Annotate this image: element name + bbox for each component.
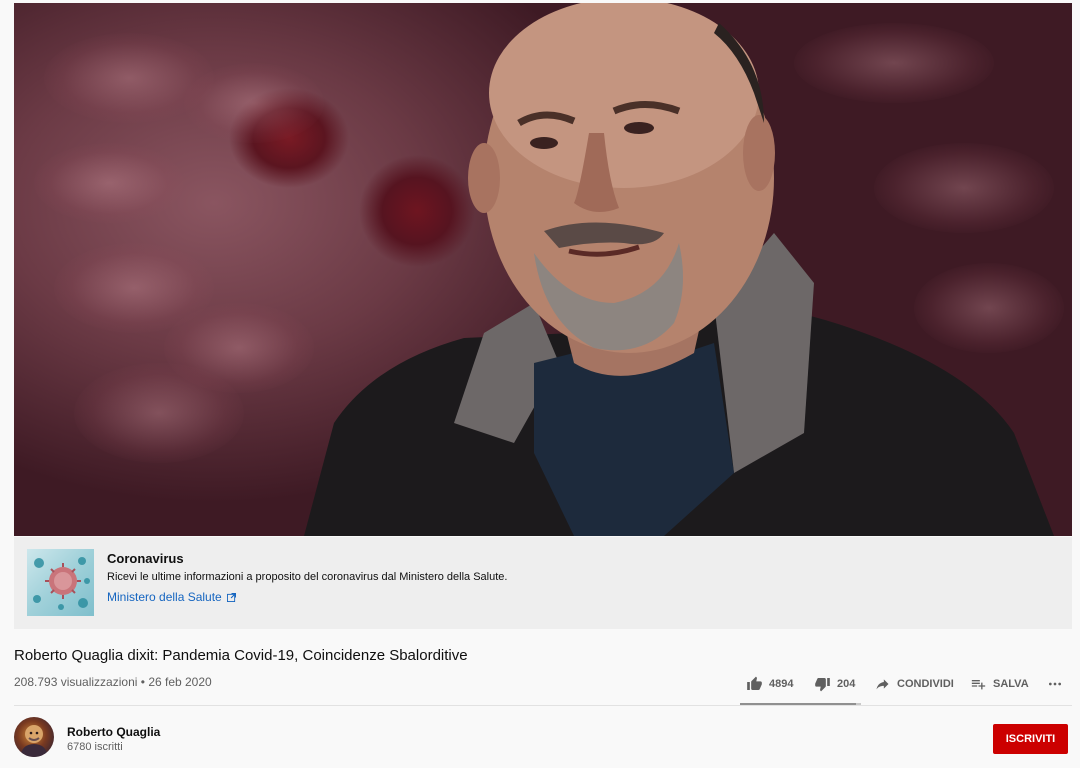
dislike-button[interactable]: 204	[814, 676, 874, 692]
more-actions-button[interactable]	[1046, 676, 1070, 692]
video-title: Roberto Quaglia dixit: Pandemia Covid-19…	[14, 647, 468, 664]
share-button[interactable]: CONDIVIDI	[874, 676, 970, 692]
upload-date: 26 feb 2020	[148, 675, 212, 689]
more-horizontal-icon	[1049, 682, 1061, 686]
thumbs-up-icon	[747, 676, 762, 690]
like-count: 4894	[769, 678, 794, 690]
dislike-count: 204	[837, 678, 856, 690]
speaker-figure	[304, 3, 1054, 536]
share-icon	[876, 679, 889, 690]
subscribe-button[interactable]: ISCRIVITI	[993, 724, 1068, 754]
subscriber-count: 6780 iscritti	[67, 741, 123, 753]
playlist-add-icon	[971, 680, 986, 690]
meta-separator: •	[140, 675, 145, 689]
save-label: SALVA	[993, 678, 1029, 690]
section-divider	[14, 705, 1072, 706]
view-count: 208.793 visualizzazioni	[14, 675, 138, 689]
covid-info-panel: Coronavirus Ricevi le ultime informazion…	[14, 537, 1072, 629]
ministero-salute-link[interactable]: Ministero della Salute	[107, 590, 236, 604]
video-actions: 4894 204 CONDIVIDI SALVA	[746, 674, 1070, 694]
virus-image	[27, 549, 94, 616]
video-player[interactable]	[14, 3, 1072, 536]
external-link-icon	[226, 592, 236, 602]
thumbs-down-icon	[815, 678, 830, 692]
like-button[interactable]: 4894	[746, 676, 814, 692]
info-panel-title: Coronavirus	[107, 551, 184, 566]
channel-avatar[interactable]	[14, 717, 54, 757]
video-meta: 208.793 visualizzazioni • 26 feb 2020	[14, 675, 212, 689]
info-link-label: Ministero della Salute	[107, 590, 222, 604]
channel-name[interactable]: Roberto Quaglia	[67, 725, 160, 739]
share-label: CONDIVIDI	[897, 678, 954, 690]
info-panel-description: Ricevi le ultime informazioni a proposit…	[107, 571, 508, 583]
watch-page: Coronavirus Ricevi le ultime informazion…	[0, 0, 1080, 768]
save-button[interactable]: SALVA	[970, 676, 1046, 692]
